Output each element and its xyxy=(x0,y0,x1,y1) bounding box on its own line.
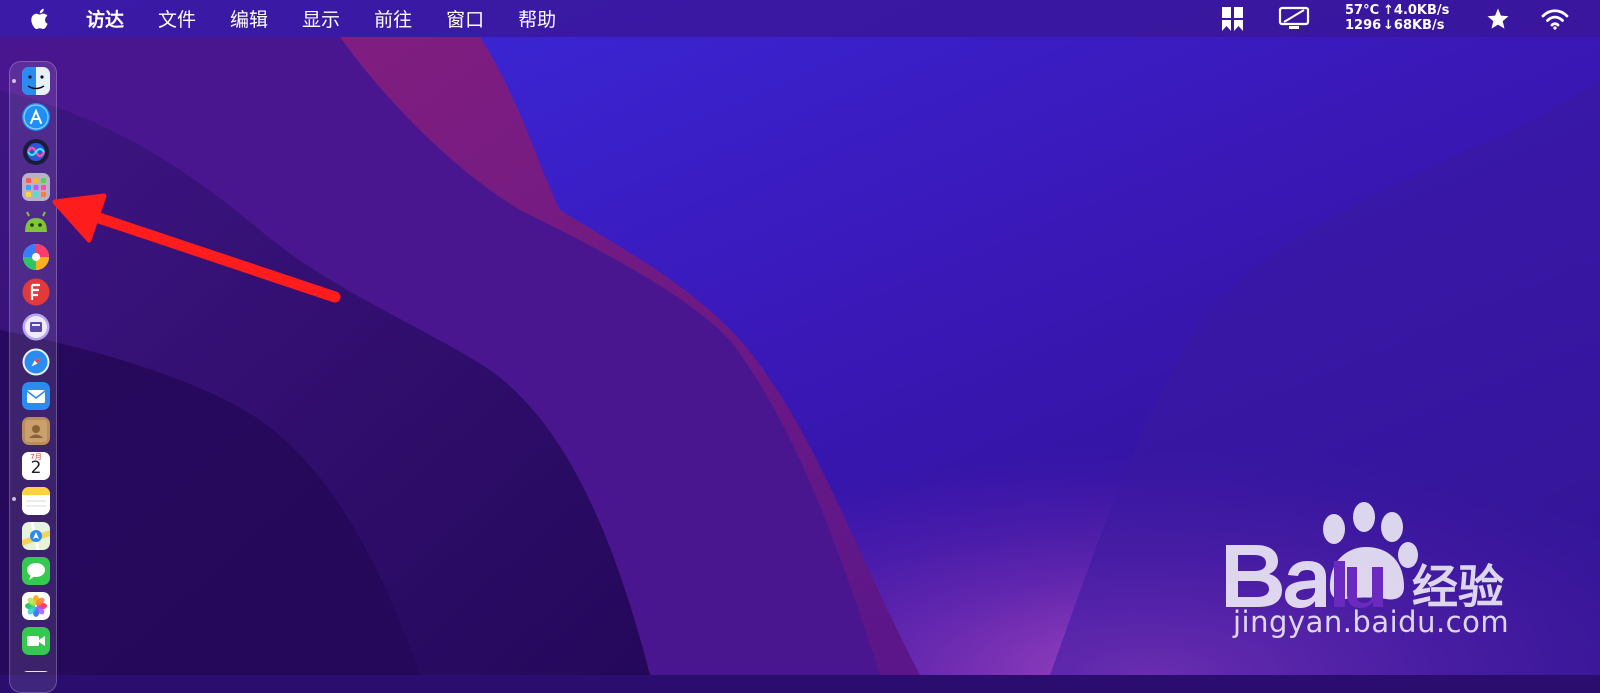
wifi-icon[interactable] xyxy=(1541,8,1569,30)
star-icon[interactable] xyxy=(1486,7,1510,31)
photos-icon[interactable] xyxy=(22,592,50,620)
cpu-temperature: 57°C xyxy=(1345,3,1380,18)
upload-speed: ↑4.0KB/s xyxy=(1383,3,1450,18)
dock: 7月 2 xyxy=(9,61,57,693)
messages-icon[interactable] xyxy=(22,557,50,585)
menu-finder[interactable]: 访达 xyxy=(86,5,124,32)
menu-edit[interactable]: 编辑 xyxy=(230,5,268,32)
purple-app-icon[interactable] xyxy=(22,313,50,341)
fan-speed: 1296 xyxy=(1345,18,1382,33)
app-store-icon[interactable] xyxy=(22,103,50,131)
menu-window[interactable]: 窗口 xyxy=(446,5,484,32)
running-indicator xyxy=(12,497,16,501)
safari-icon[interactable] xyxy=(22,348,50,376)
android-icon[interactable] xyxy=(22,208,50,236)
maps-icon[interactable] xyxy=(22,522,50,550)
download-speed: ↓68KB/s xyxy=(1383,18,1445,33)
finder-icon[interactable] xyxy=(22,67,50,95)
running-indicator xyxy=(12,79,16,83)
red-app-icon[interactable] xyxy=(22,278,50,306)
contacts-icon[interactable] xyxy=(22,417,50,445)
layout-icon[interactable] xyxy=(1221,6,1245,32)
menu-file[interactable]: 文件 xyxy=(158,5,196,32)
calendar-day: 2 xyxy=(30,458,42,478)
partial-dock-item[interactable] xyxy=(22,662,50,672)
siri-icon[interactable] xyxy=(22,138,50,166)
notes-icon[interactable] xyxy=(22,487,50,515)
watermark-url: jingyan.baidu.com xyxy=(1233,605,1510,639)
pinwheel-icon[interactable] xyxy=(22,243,50,271)
display-icon[interactable] xyxy=(1278,6,1310,32)
apple-menu-icon[interactable] xyxy=(30,7,52,31)
menu-view[interactable]: 显示 xyxy=(302,5,340,32)
facetime-icon[interactable] xyxy=(22,627,50,655)
mail-icon[interactable] xyxy=(22,382,50,410)
menu-bar: 访达 文件 编辑 显示 前往 窗口 帮助 57°C ↑4.0KB/s 1296 … xyxy=(0,0,1600,37)
calendar-icon[interactable]: 7月 2 xyxy=(22,452,50,480)
system-stats[interactable]: 57°C ↑4.0KB/s 1296 ↓68KB/s xyxy=(1345,3,1455,35)
menu-go[interactable]: 前往 xyxy=(374,5,412,32)
menu-help[interactable]: 帮助 xyxy=(518,5,556,32)
launchpad-icon[interactable] xyxy=(22,173,50,201)
